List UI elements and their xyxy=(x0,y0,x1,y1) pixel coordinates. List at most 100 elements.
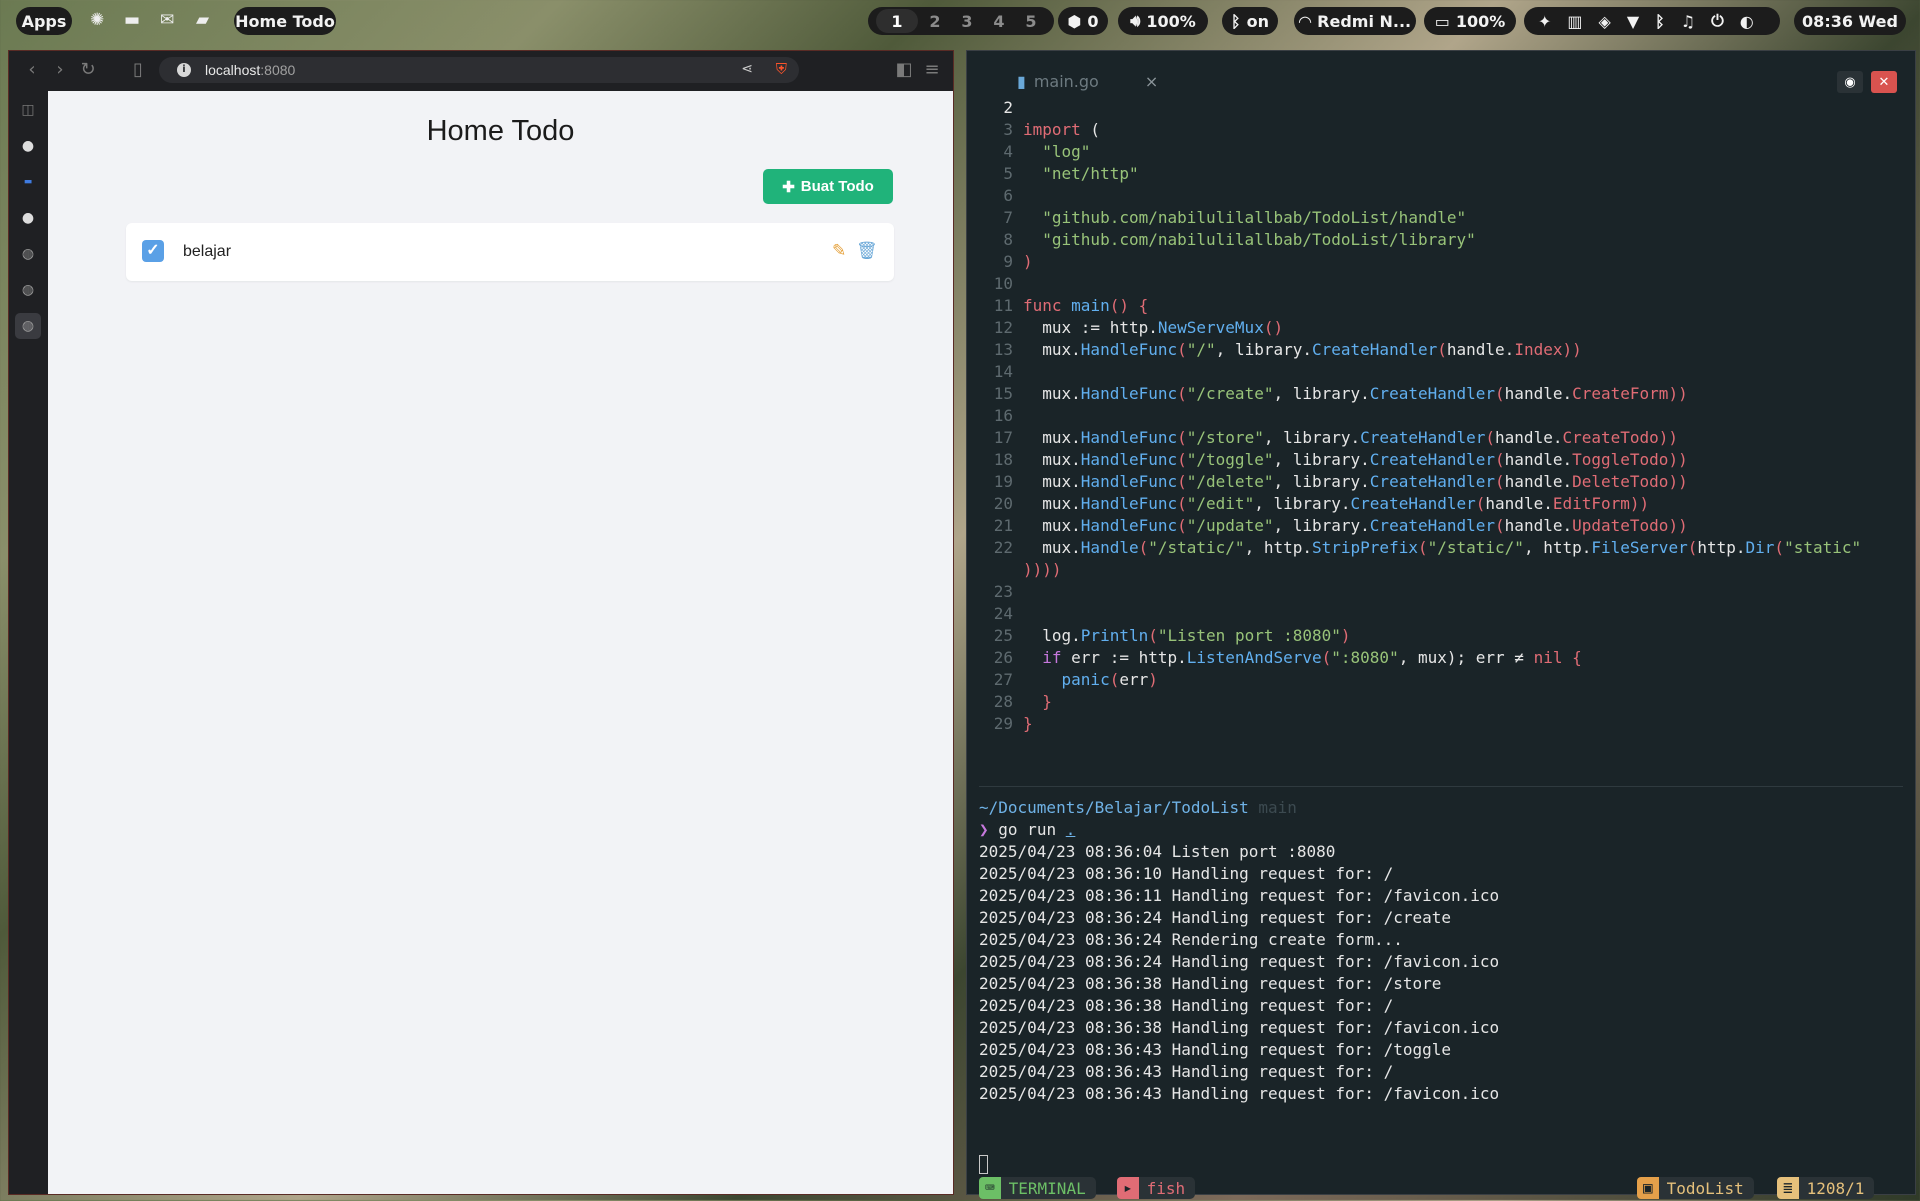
battery-indicator[interactable]: ▭ 100% xyxy=(1424,7,1516,35)
active-window-title[interactable]: Home Todo xyxy=(234,7,336,35)
line-number: 19 xyxy=(993,472,1013,491)
code-line: 13 mux.HandleFunc("/", library.CreateHan… xyxy=(979,339,1899,361)
terminal-log-line: 2025/04/23 08:36:43 Handling request for… xyxy=(979,1062,1394,1081)
sidebar-panel-icon[interactable]: ◫ xyxy=(15,97,41,123)
page-title: Home Todo xyxy=(426,115,575,147)
checkbox-checked-icon[interactable]: ✓ xyxy=(142,240,164,262)
mail-icon[interactable]: ✉ xyxy=(160,10,174,30)
sidebar-toggle-icon[interactable]: ◧ xyxy=(893,59,915,81)
code-token: )) xyxy=(1562,340,1582,359)
code-token: ( xyxy=(1177,340,1187,359)
tray-app-icon[interactable]: ✦ xyxy=(1538,12,1551,31)
close-window-icon[interactable]: ✕ xyxy=(1871,71,1897,93)
back-icon[interactable]: ‹ xyxy=(21,59,43,81)
code-token: ( xyxy=(1177,472,1187,491)
line-number: 9 xyxy=(1003,252,1013,271)
terminal-app-icon[interactable]: ▬ xyxy=(124,10,140,30)
code-token: NewServeMux xyxy=(1157,318,1264,337)
code-token: "/static/" xyxy=(1148,538,1245,557)
workspace-2[interactable]: 2 xyxy=(920,9,950,33)
tray-bluetooth-icon[interactable]: ᛒ xyxy=(1655,12,1665,31)
terminal-command-arg: . xyxy=(1065,820,1076,839)
tray-layers-icon[interactable]: ◈ xyxy=(1599,12,1611,31)
session-icon[interactable]: ◐ xyxy=(1740,12,1754,31)
globe-icon[interactable]: ◍ xyxy=(15,313,41,339)
code-token: ( xyxy=(1177,450,1187,469)
line-number: 17 xyxy=(993,428,1013,447)
browser-sidebar: ◫ ● ▬ ● ◍ ◍ ◍ xyxy=(9,91,47,1194)
system-tray: ✦ ▥ ◈ ▼ ᛒ ♫ ⏻ ◐ xyxy=(1524,7,1780,35)
clock[interactable]: 08:36 Wed xyxy=(1794,7,1906,35)
windows-indicator[interactable]: ⬢ 0 xyxy=(1058,7,1108,35)
folder-icon[interactable]: ▰ xyxy=(196,10,209,30)
terminal-log-line: 2025/04/23 08:36:24 Rendering create for… xyxy=(979,930,1403,949)
code-token: Handle xyxy=(1080,538,1139,557)
workspace-4[interactable]: 4 xyxy=(984,9,1014,33)
code-token: http. xyxy=(1697,538,1746,557)
code-lines: 3 import (4 "log" 5 "net/http" 6 7 "github.c… xyxy=(979,119,1899,735)
bookmark-app-icon[interactable]: ▬ xyxy=(15,169,41,195)
terminal-log-line: 2025/04/23 08:36:43 Handling request for… xyxy=(979,1040,1452,1059)
brave-shield-icon[interactable]: ⛨ xyxy=(776,60,787,78)
code-token: log. xyxy=(1023,626,1081,645)
code-token: UpdateTodo xyxy=(1572,516,1669,535)
editor-tab-bar: ▮ main.go × xyxy=(967,67,1915,97)
code-editor[interactable]: 2 3 import (4 "log" 5 "net/http" 6 7 "github… xyxy=(979,97,1899,735)
edit-pencil-icon[interactable]: ✎ xyxy=(832,241,846,261)
code-token: HandleFunc xyxy=(1080,450,1178,469)
code-token: ) xyxy=(1340,626,1351,645)
code-token: HandleFunc xyxy=(1080,516,1178,535)
code-token: err := http. xyxy=(1061,648,1187,667)
code-token: "/update" xyxy=(1186,516,1274,535)
site-info-icon[interactable]: i xyxy=(177,63,191,77)
tray-wifi-icon[interactable]: ▼ xyxy=(1627,12,1639,31)
code-token: mux. xyxy=(1023,538,1081,557)
git-branch: main xyxy=(1258,798,1297,817)
openai-icon[interactable]: ✺ xyxy=(90,10,104,30)
line-number: 13 xyxy=(993,340,1013,359)
power-icon[interactable]: ⏻ xyxy=(1711,11,1724,31)
project-indicator: ▣ TodoList xyxy=(1637,1177,1754,1199)
wifi-indicator[interactable]: ◠ Redmi N... xyxy=(1294,7,1416,35)
menu-icon[interactable]: ≡ xyxy=(921,59,943,81)
forward-icon[interactable]: › xyxy=(49,59,71,81)
share-icon[interactable]: ⋖ xyxy=(741,61,753,77)
code-token: mux := http. xyxy=(1023,318,1158,337)
code-token: "net/http" xyxy=(1042,164,1139,183)
globe-icon[interactable]: ◍ xyxy=(15,277,41,303)
workspace-3[interactable]: 3 xyxy=(952,9,982,33)
code-token: handle. xyxy=(1504,472,1573,491)
editor-window: ▮ main.go × ◉ ✕ 2 3 import (4 "log" 5 "net… xyxy=(966,50,1916,1199)
notification-bell-icon[interactable]: ♫ xyxy=(1681,12,1695,31)
github-icon[interactable]: ● xyxy=(15,205,41,231)
close-tab-icon[interactable]: × xyxy=(1145,72,1158,91)
code-token: )))) xyxy=(1023,560,1062,579)
tray-stats-icon[interactable]: ▥ xyxy=(1567,12,1582,31)
reload-icon[interactable]: ↻ xyxy=(77,59,99,81)
tab-main-go[interactable]: ▮ main.go × xyxy=(1017,67,1158,95)
terminal-output[interactable]: ~/Documents/Belajar/TodoList main ❯ go r… xyxy=(979,797,1499,1105)
github-icon[interactable]: ● xyxy=(15,133,41,159)
eye-icon[interactable]: ◉ xyxy=(1837,71,1863,93)
create-todo-button[interactable]: ✚ Buat Todo xyxy=(763,169,893,204)
trash-icon[interactable]: 🗑︎ xyxy=(856,241,878,261)
code-line: 24 xyxy=(979,603,1899,625)
code-token: FileServer xyxy=(1591,538,1688,557)
apps-button[interactable]: Apps xyxy=(16,7,72,35)
code-token: mux. xyxy=(1023,472,1081,491)
volume-indicator[interactable]: 🔊︎ 100% xyxy=(1118,7,1208,35)
bookmark-icon[interactable]: ▯ xyxy=(127,59,149,81)
bluetooth-indicator[interactable]: ᛒ on xyxy=(1222,7,1278,35)
code-token: )) xyxy=(1658,428,1679,447)
code-token: err xyxy=(1119,670,1149,689)
terminal-log-line: 2025/04/23 08:36:24 Handling request for… xyxy=(979,908,1452,927)
workspace-1[interactable]: 1 xyxy=(876,9,918,33)
address-bar[interactable]: i localhost:8080 ⋖ ⛨ xyxy=(159,57,799,83)
globe-icon[interactable]: ◍ xyxy=(15,241,41,267)
code-token: ( xyxy=(1080,120,1101,139)
code-token: CreateHandler xyxy=(1369,516,1496,535)
line-number: 11 xyxy=(993,296,1013,315)
workspace-5[interactable]: 5 xyxy=(1016,9,1046,33)
